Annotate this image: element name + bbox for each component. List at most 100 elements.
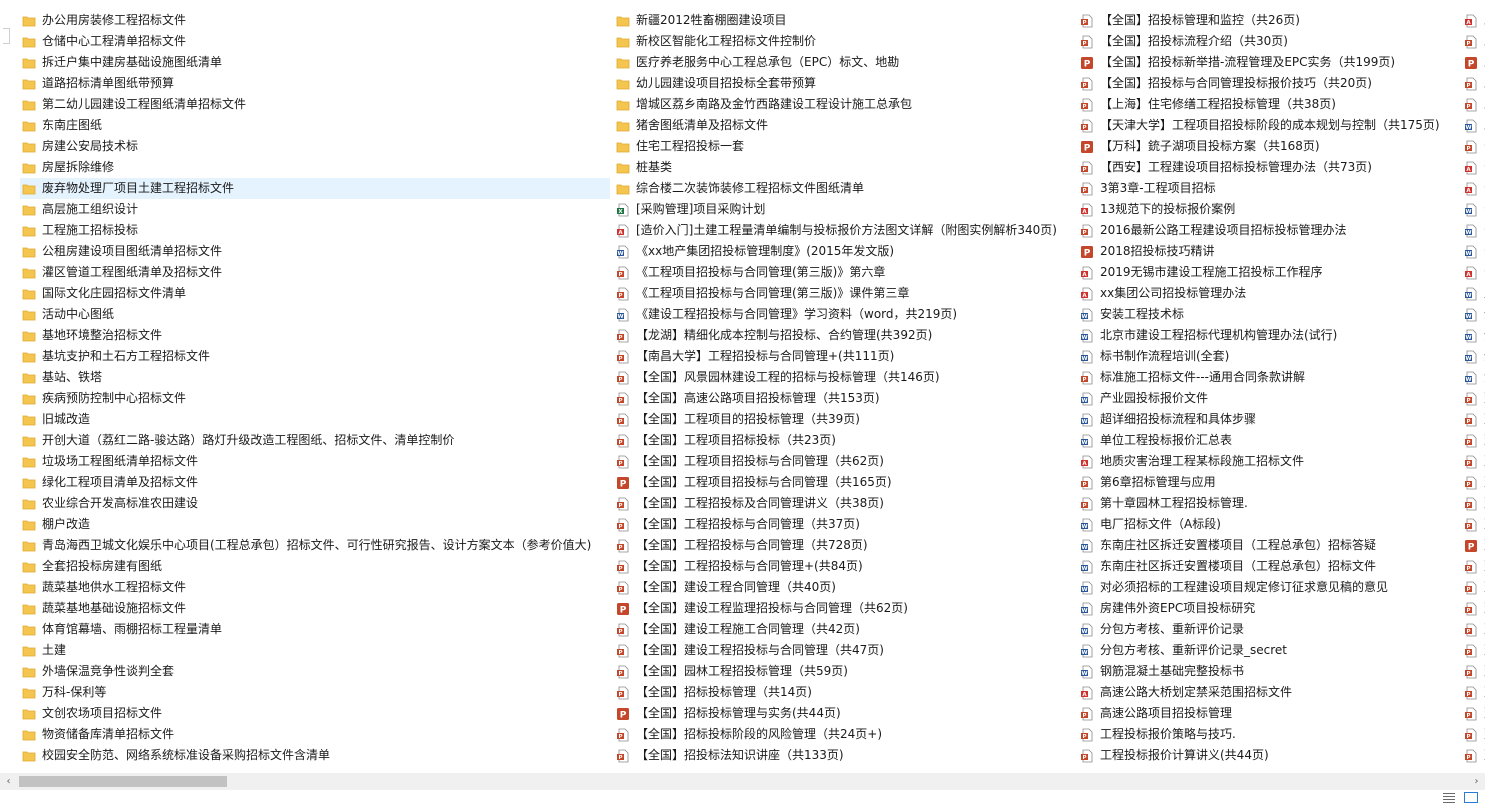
file-item[interactable]: W公 <box>1462 220 1485 241</box>
file-item[interactable]: W 房建伟外资EPC项目投标研究 <box>1078 598 1473 619</box>
file-item[interactable]: W 分包方考核、重新评价记录_secret <box>1078 640 1473 661</box>
file-item[interactable]: P建 <box>1462 409 1485 430</box>
file-item[interactable]: P 【全国】建设工程合同管理（共40页) <box>614 577 1074 598</box>
file-item[interactable]: W 北京市建设工程招标代理机构管理办法(试行) <box>1078 325 1473 346</box>
folder-item[interactable]: 医疗养老服务中心工程总承包（EPC）标文、地勘 <box>614 52 1074 73</box>
file-item[interactable]: W 超详细招投标流程和具体步骤 <box>1078 409 1473 430</box>
horizontal-scrollbar[interactable]: ‹ › <box>0 773 1485 790</box>
file-item[interactable]: P 【全国】工程项目的招投标管理（共39页) <box>614 409 1074 430</box>
file-item[interactable]: A [造价入门]土建工程量清单编制与投标报价方法图文详解（附图实例解析340页) <box>614 220 1074 241</box>
file-item[interactable]: P建 <box>1462 451 1485 472</box>
file-item[interactable]: W浅 <box>1462 367 1485 388</box>
file-item[interactable]: P 【全国】工程招投标与合同管理（共37页) <box>614 514 1074 535</box>
scroll-thumb[interactable] <box>19 776 227 787</box>
file-item[interactable]: W 钢筋混凝土基础完整投标书 <box>1078 661 1473 682</box>
file-item[interactable]: A 地质灾害治理工程某标段施工招标文件 <box>1078 451 1473 472</box>
file-item[interactable]: P 【上海】住宅修缮工程招投标管理（共38页) <box>1078 94 1473 115</box>
file-item[interactable]: P 【全国】工程招投标与合同管理（共728页) <box>614 535 1074 556</box>
file-item[interactable]: P建 <box>1462 619 1485 640</box>
folder-item[interactable]: 外墙保温竞争性谈判全套 <box>20 661 610 682</box>
folder-item[interactable]: 文创农场项目招标文件 <box>20 703 610 724</box>
file-item[interactable]: P 工程投标报价策略与技巧. <box>1078 724 1473 745</box>
file-item[interactable]: P工 <box>1462 31 1485 52</box>
file-item[interactable]: P 【全国】建设工程招投标与合同管理（共47页) <box>614 640 1074 661</box>
folder-item[interactable]: 桩基类 <box>614 157 1074 178</box>
file-item[interactable]: W 分包方考核、重新评价记录 <box>1078 619 1473 640</box>
file-item[interactable]: W 对必须招标的工程建设项目规定修订征求意见稿的意见 <box>1078 577 1473 598</box>
file-item[interactable]: P建 <box>1462 472 1485 493</box>
file-item[interactable]: P 【全国】园林工程招投标管理（共59页) <box>614 661 1074 682</box>
file-item[interactable]: P 【全国】建设工程监理招投标与合同管理（共62页) <box>614 598 1074 619</box>
folder-item[interactable]: 蔬菜基地基础设施招标文件 <box>20 598 610 619</box>
file-item[interactable]: P 【全国】招标投标管理与实务(共44页) <box>614 703 1074 724</box>
file-item[interactable]: P 《工程项目招投标与合同管理(第三版)》第六章 <box>614 262 1074 283</box>
file-item[interactable]: A公 <box>1462 178 1485 199</box>
folder-item[interactable]: 房屋拆除维修 <box>20 157 610 178</box>
folder-item[interactable]: 工程施工招标投标 <box>20 220 610 241</box>
file-item[interactable]: W 《xx地产集团招投标管理制度》(2015年发文版) <box>614 241 1074 262</box>
file-item[interactable]: P建 <box>1462 535 1485 556</box>
folder-item[interactable]: 基地环境整治招标文件 <box>20 325 610 346</box>
file-item[interactable]: P 《工程项目招投标与合同管理(第三版)》课件第三章 <box>614 283 1074 304</box>
folder-item[interactable]: 高层施工组织设计 <box>20 199 610 220</box>
folder-item[interactable]: 房建公安局技术标 <box>20 136 610 157</box>
folder-item[interactable]: 新校区智能化工程招标文件控制价 <box>614 31 1074 52</box>
file-item[interactable]: P 标准施工招标文件---通用合同条款讲解 <box>1078 367 1473 388</box>
folder-item[interactable]: 增城区荔乡南路及金竹西路建设工程设计施工总承包 <box>614 94 1074 115</box>
folder-item[interactable]: 仓储中心工程清单招标文件 <box>20 31 610 52</box>
folder-item[interactable]: 物资储备库清单招标文件 <box>20 724 610 745</box>
file-item[interactable]: P建 <box>1462 577 1485 598</box>
file-list-view[interactable]: 办公用房装修工程招标文件 仓储中心工程清单招标文件 拆迁户集中建房基础设施图纸清单道… <box>14 10 1485 772</box>
file-item[interactable]: P 工程投标报价计算讲义(共44页) <box>1078 745 1473 766</box>
file-item[interactable]: A 2019无锡市建设工程施工招投标工作程序 <box>1078 262 1473 283</box>
file-item[interactable]: P公 <box>1462 136 1485 157</box>
folder-item[interactable]: 校园安全防范、网络系统标准设备采购招标文件含清单 <box>20 745 610 766</box>
file-item[interactable]: P 第十章园林工程招投标管理. <box>1078 493 1473 514</box>
file-item[interactable]: W全 <box>1462 346 1485 367</box>
file-item[interactable]: A工 <box>1462 10 1485 31</box>
file-item[interactable]: W 产业园投标报价文件 <box>1078 388 1473 409</box>
file-item[interactable]: P 【全国】工程招投标与合同管理+(共84页) <box>614 556 1074 577</box>
folder-item[interactable]: 新疆2012牲畜棚圈建设项目 <box>614 10 1074 31</box>
folder-item[interactable]: 幼儿园建设项目招投标全套带预算 <box>614 73 1074 94</box>
folder-item[interactable]: 体育馆幕墙、雨棚招标工程量清单 <box>20 619 610 640</box>
file-item[interactable]: P 【天津大学】工程项目招投标阶段的成本规划与控制（共175页) <box>1078 115 1473 136</box>
file-item[interactable]: P建 <box>1462 640 1485 661</box>
folder-item[interactable]: 综合楼二次装饰装修工程招标文件图纸清单 <box>614 178 1074 199</box>
file-item[interactable]: W全 <box>1462 325 1485 346</box>
folder-item[interactable]: 棚户改造 <box>20 514 610 535</box>
folder-item[interactable]: 绿化工程项目清单及招标文件 <box>20 472 610 493</box>
folder-item[interactable]: 活动中心图纸 <box>20 304 610 325</box>
file-item[interactable]: W 东南庄社区拆迁安置楼项目（工程总承包）招标文件 <box>1078 556 1473 577</box>
file-item[interactable]: P 【全国】招投标流程介绍（共30页) <box>1078 31 1473 52</box>
folder-item[interactable]: 全套招投标房建有图纸 <box>20 556 610 577</box>
file-item[interactable]: W 电厂招标文件（A标段) <box>1078 514 1473 535</box>
folder-item[interactable]: 道路招标清单图纸带预算 <box>20 73 610 94</box>
file-item[interactable]: P 【全国】风景园林建设工程的招标与投标管理（共146页) <box>614 367 1074 388</box>
folder-item[interactable]: 垃圾场工程图纸清单招标文件 <box>20 451 610 472</box>
file-item[interactable]: P 【全国】招标投标管理（共14页) <box>614 682 1074 703</box>
file-item[interactable]: P建 <box>1462 724 1485 745</box>
file-item[interactable]: P 第6章招标管理与应用 <box>1078 472 1473 493</box>
file-item[interactable]: P建 <box>1462 556 1485 577</box>
scroll-left-button[interactable]: ‹ <box>0 773 17 790</box>
folder-item[interactable]: 国际文化庄园招标文件清单 <box>20 283 610 304</box>
file-item[interactable]: P建 <box>1462 493 1485 514</box>
file-item[interactable]: A公 <box>1462 157 1485 178</box>
file-item[interactable]: P建 <box>1462 682 1485 703</box>
file-item[interactable]: P 【全国】高速公路项目招投标管理（共153页) <box>614 388 1074 409</box>
folder-item[interactable]: 住宅工程招投标一套 <box>614 136 1074 157</box>
file-item[interactable]: W 安装工程技术标 <box>1078 304 1473 325</box>
file-item[interactable]: P 3第3章-工程项目招标 <box>1078 178 1473 199</box>
file-item[interactable]: A 高速公路大桥划定禁采范围招标文件 <box>1078 682 1473 703</box>
folder-item[interactable]: 办公用房装修工程招标文件 <box>20 10 610 31</box>
folder-item[interactable]: 废弃物处理厂项目土建工程招标文件 <box>20 178 610 199</box>
file-item[interactable]: P 【全国】招投标与合同管理投标报价技巧（共20页) <box>1078 73 1473 94</box>
file-item[interactable]: P建 <box>1462 430 1485 451</box>
file-item[interactable]: P建 <box>1462 661 1485 682</box>
file-item[interactable]: W 标书制作流程培训(全套) <box>1078 346 1473 367</box>
folder-item[interactable]: 拆迁户集中建房基础设施图纸清单 <box>20 52 610 73</box>
folder-item[interactable]: 开创大道（荔红二路-骏达路）路灯升级改造工程图纸、招标文件、清单控制价 <box>20 430 610 451</box>
file-item[interactable]: P 【全国】建设工程施工合同管理（共42页) <box>614 619 1074 640</box>
file-item[interactable]: W 《建设工程招投标与合同管理》学习资料（word，共219页) <box>614 304 1074 325</box>
